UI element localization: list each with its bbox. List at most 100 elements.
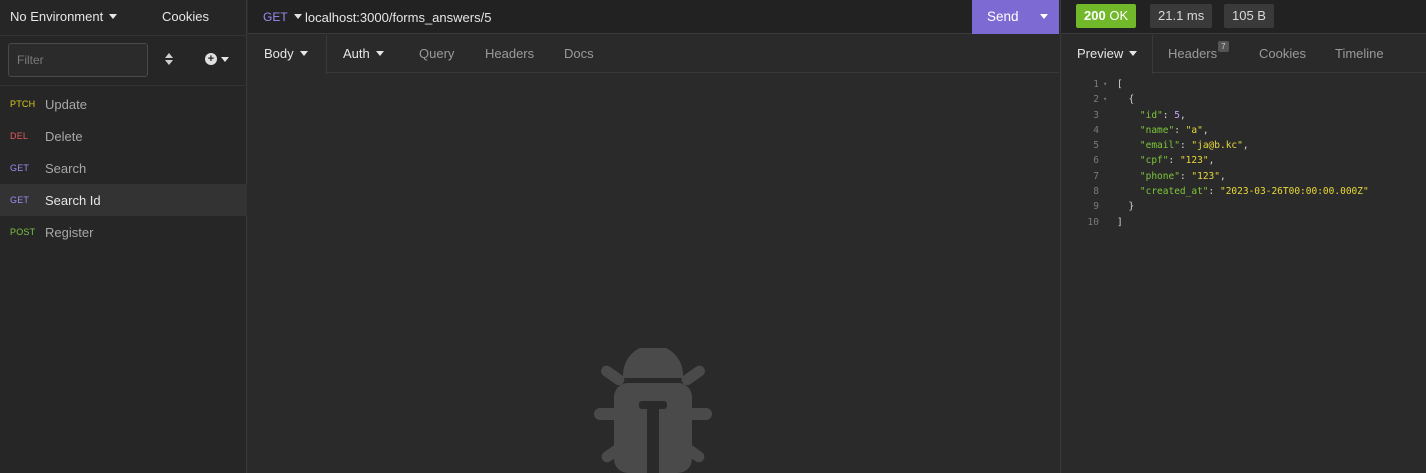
tab-timeline[interactable]: Timeline: [1335, 35, 1384, 73]
code-content: "id": 5,: [1139, 109, 1186, 121]
response-time-badge: 21.1 ms: [1150, 4, 1213, 28]
method-badge: PTCH: [10, 99, 36, 109]
status-text: OK: [1109, 8, 1129, 23]
code-line: 9 }: [1081, 199, 1369, 214]
code-content: "name": "a",: [1139, 124, 1209, 136]
bug-icon: [594, 348, 712, 473]
sort-updown-icon[interactable]: [164, 52, 174, 66]
line-number: 3: [1093, 109, 1099, 121]
line-number: 6: [1093, 155, 1099, 167]
request-item-delete[interactable]: DEL Delete: [0, 120, 247, 152]
method-badge: POST: [10, 227, 36, 237]
code-content: {: [1117, 94, 1135, 106]
status-code: 200: [1084, 8, 1106, 23]
request-tabs: Body Auth Query Headers Docs: [248, 35, 1059, 74]
code-content: "phone": "123",: [1139, 170, 1226, 182]
tab-auth[interactable]: Auth: [343, 35, 384, 73]
chevron-down-icon: [293, 14, 302, 19]
response-size-badge: 105 B: [1224, 4, 1274, 28]
fold-arrow-icon[interactable]: ▾: [1103, 77, 1117, 92]
send-options-button[interactable]: [1031, 0, 1059, 34]
request-pane: GET Send Body Auth Query Headers Docs: [248, 0, 1059, 473]
code-line: 10]: [1081, 215, 1369, 230]
sidebar: No Environment Cookies + PTCH Update DEL…: [0, 0, 247, 473]
fold-arrow-icon[interactable]: ▾: [1103, 92, 1117, 107]
code-content: "email": "ja@b.kc",: [1139, 140, 1249, 152]
response-json-viewer: 1 ▾[2 ▾ {3 "id": 5, 4 "name": "a", 5 "email"…: [1081, 77, 1369, 230]
cookies-button[interactable]: Cookies: [162, 9, 209, 24]
method-badge: DEL: [10, 131, 29, 141]
url-bar: GET Send: [248, 0, 1059, 34]
line-number: 10: [1087, 216, 1099, 228]
line-number: 5: [1093, 140, 1099, 152]
tab-query[interactable]: Query: [419, 35, 454, 73]
method-badge: GET: [10, 163, 30, 173]
url-input[interactable]: [305, 6, 955, 28]
chevron-down-icon: [375, 51, 384, 56]
response-tabs: Preview Headers 7 Cookies Timeline: [1061, 35, 1426, 74]
tab-label: Headers: [1168, 46, 1218, 61]
request-name: Search: [45, 160, 87, 176]
status-badge: 200 OK: [1076, 4, 1137, 28]
tab-label: Preview: [1077, 46, 1124, 61]
request-list: PTCH Update DEL Delete GET Search GET Se…: [0, 88, 247, 248]
chevron-down-icon: [109, 14, 118, 19]
method-selector[interactable]: GET: [263, 10, 302, 24]
plus-circle-icon: +: [205, 53, 217, 65]
code-content: ]: [1117, 216, 1123, 228]
line-number: 4: [1093, 124, 1099, 136]
headers-count-badge: 7: [1218, 41, 1229, 52]
chevron-down-icon: [1040, 14, 1048, 19]
tab-response-cookies[interactable]: Cookies: [1259, 35, 1306, 73]
code-content: "cpf": "123",: [1139, 155, 1215, 167]
line-number: 9: [1093, 201, 1099, 213]
request-item-register[interactable]: POST Register: [0, 216, 247, 248]
tab-label: Body: [264, 46, 294, 61]
request-item-search-id[interactable]: GET Search Id: [0, 184, 247, 216]
tab-response-headers[interactable]: Headers 7: [1168, 35, 1229, 73]
code-line: 8 "created_at": "2023-03-26T00:00:00.000…: [1081, 184, 1369, 199]
tab-body[interactable]: Body: [248, 35, 327, 74]
code-line: 7 "phone": "123",: [1081, 169, 1369, 184]
send-button[interactable]: Send: [972, 0, 1031, 34]
code-line: 4 "name": "a",: [1081, 123, 1369, 138]
response-pane: 200 OK 21.1 ms 105 B Preview Headers 7 Co…: [1060, 0, 1426, 473]
tab-headers[interactable]: Headers: [485, 35, 534, 73]
filter-row: +: [0, 35, 247, 86]
tab-label: Auth: [343, 46, 370, 61]
line-number: 7: [1093, 170, 1099, 182]
request-item-search[interactable]: GET Search: [0, 152, 247, 184]
chevron-down-icon: [221, 56, 229, 62]
code-line: 3 "id": 5,: [1081, 108, 1369, 123]
tab-preview[interactable]: Preview: [1061, 35, 1153, 74]
tab-docs[interactable]: Docs: [564, 35, 594, 73]
line-number: 2: [1093, 94, 1099, 106]
filter-input[interactable]: [8, 43, 148, 77]
environment-row: No Environment Cookies: [0, 0, 247, 34]
chevron-down-icon: [299, 51, 308, 56]
request-name: Register: [45, 224, 94, 240]
code-content: "created_at": "2023-03-26T00:00:00.000Z": [1139, 186, 1369, 198]
chevron-down-icon: [1129, 51, 1138, 56]
request-name: Search Id: [45, 192, 101, 208]
request-name: Delete: [45, 128, 83, 144]
add-request-button[interactable]: +: [205, 52, 229, 66]
environment-label: No Environment: [10, 9, 104, 24]
line-number: 1: [1093, 79, 1099, 90]
response-status-bar: 200 OK 21.1 ms 105 B: [1061, 0, 1426, 34]
environment-selector[interactable]: No Environment: [10, 9, 118, 24]
code-content: [: [1117, 79, 1123, 90]
method-badge: GET: [10, 195, 30, 205]
line-number: 8: [1093, 186, 1099, 198]
code-line: 5 "email": "ja@b.kc",: [1081, 138, 1369, 153]
request-item-update[interactable]: PTCH Update: [0, 88, 247, 120]
request-name: Update: [45, 96, 87, 112]
